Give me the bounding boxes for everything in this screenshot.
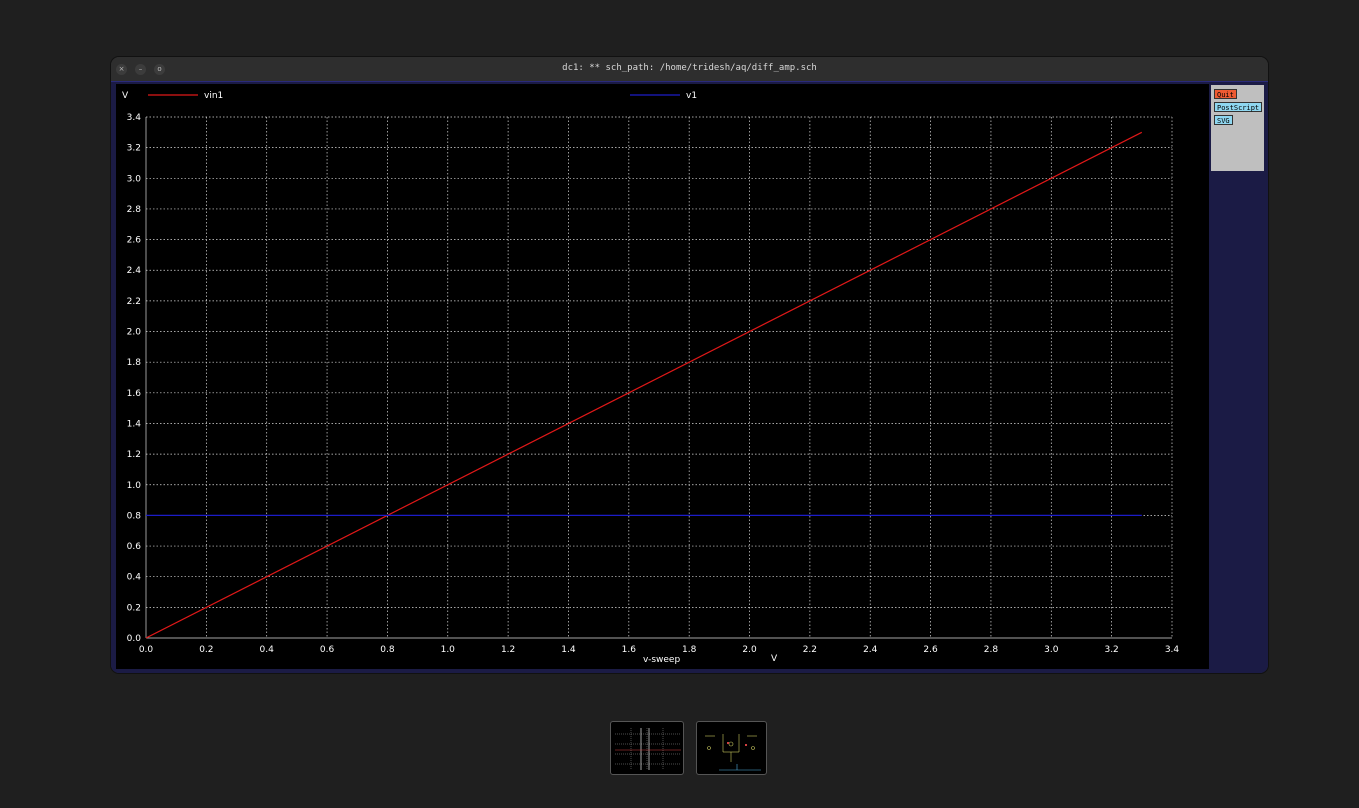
y-tick-label: 2.2 <box>127 297 141 307</box>
x-tick-label: 2.6 <box>923 645 938 655</box>
y-tick-label: 0.6 <box>127 542 142 552</box>
x-tick-label: 1.2 <box>501 645 515 655</box>
x-tick-label: 2.2 <box>803 645 817 655</box>
y-tick-label: 1.8 <box>127 358 142 368</box>
y-tick-label: 3.4 <box>127 113 142 123</box>
x-tick-label: 1.4 <box>561 645 576 655</box>
waveform-thumbnail-preview <box>615 728 681 770</box>
svg-button[interactable]: SVG <box>1214 115 1233 125</box>
x-tick-label: 0.6 <box>320 645 335 655</box>
y-tick-label: 0.8 <box>127 511 142 521</box>
taskbar <box>0 721 1359 777</box>
plot-area[interactable]: 0.0 0.2 0.4 0.6 0.8 1.0 1.2 1.4 1.6 1.8 2.0 2.2 2.4 2… <box>116 84 1209 669</box>
x-axis-unit-label: V <box>771 654 778 664</box>
waveform-window: × – o dc1: ** sch_path: /home/tridesh/aq… <box>111 57 1268 673</box>
y-tick-label: 0.4 <box>127 573 142 583</box>
axes: 0.0 0.2 0.4 0.6 0.8 1.0 1.2 1.4 1.6 1.8 2.0 2.2 2.4 2… <box>127 113 1180 655</box>
side-panel: Quit PostScript SVG <box>1211 85 1264 171</box>
x-tick-label: 3.2 <box>1104 645 1118 655</box>
quit-button[interactable]: Quit <box>1214 89 1237 99</box>
y-tick-label: 0.2 <box>127 603 141 613</box>
y-tick-label: 1.2 <box>127 450 141 460</box>
x-tick-label: 2.8 <box>984 645 999 655</box>
x-tick-label: 0.2 <box>199 645 213 655</box>
x-tick-label: 3.4 <box>1165 645 1180 655</box>
legend-label-vin1: vin1 <box>204 91 223 101</box>
y-tick-label: 2.0 <box>127 328 142 338</box>
x-tick-label: 2.4 <box>863 645 878 655</box>
x-tick-label: 0.8 <box>380 645 395 655</box>
waveform-chart[interactable]: 0.0 0.2 0.4 0.6 0.8 1.0 1.2 1.4 1.6 1.8 2.0 2.2 2.4 2… <box>116 84 1209 669</box>
y-tick-label: 3.0 <box>127 174 142 184</box>
x-tick-label: 3.0 <box>1044 645 1059 655</box>
y-tick-label: 1.6 <box>127 389 142 399</box>
waveform-window-thumbnail[interactable] <box>610 721 684 775</box>
titlebar: × – o dc1: ** sch_path: /home/tridesh/aq… <box>111 57 1268 82</box>
x-tick-label: 0.4 <box>260 645 275 655</box>
x-tick-label: 0.0 <box>139 645 154 655</box>
schematic-thumbnail-preview <box>705 734 761 771</box>
series-vin1-line <box>145 131 1143 639</box>
x-tick-label: 2.0 <box>742 645 757 655</box>
x-tick-label: 1.8 <box>682 645 697 655</box>
y-tick-label: 2.6 <box>127 236 142 246</box>
legend: vin1 v1 <box>148 91 697 101</box>
x-tick-label: 1.0 <box>441 645 456 655</box>
y-tick-label: 1.4 <box>127 419 142 429</box>
y-tick-label: 3.2 <box>127 144 141 154</box>
series <box>145 131 1143 639</box>
window-content: 0.0 0.2 0.4 0.6 0.8 1.0 1.2 1.4 1.6 1.8 2.0 2.2 2.4 2… <box>111 82 1268 673</box>
y-tick-label: 2.4 <box>127 266 142 276</box>
x-axis-label: v-sweep <box>643 655 680 665</box>
postscript-button[interactable]: PostScript <box>1214 102 1263 112</box>
y-tick-label: 1.0 <box>127 481 142 491</box>
x-tick-label: 1.6 <box>622 645 637 655</box>
window-title: dc1: ** sch_path: /home/tridesh/aq/diff_… <box>562 63 817 73</box>
y-axis-unit-label: V <box>122 91 129 101</box>
y-tick-label: 0.0 <box>127 634 142 644</box>
schematic-window-thumbnail[interactable] <box>696 721 767 775</box>
y-tick-label: 2.8 <box>127 205 142 215</box>
legend-label-v1: v1 <box>686 91 697 101</box>
